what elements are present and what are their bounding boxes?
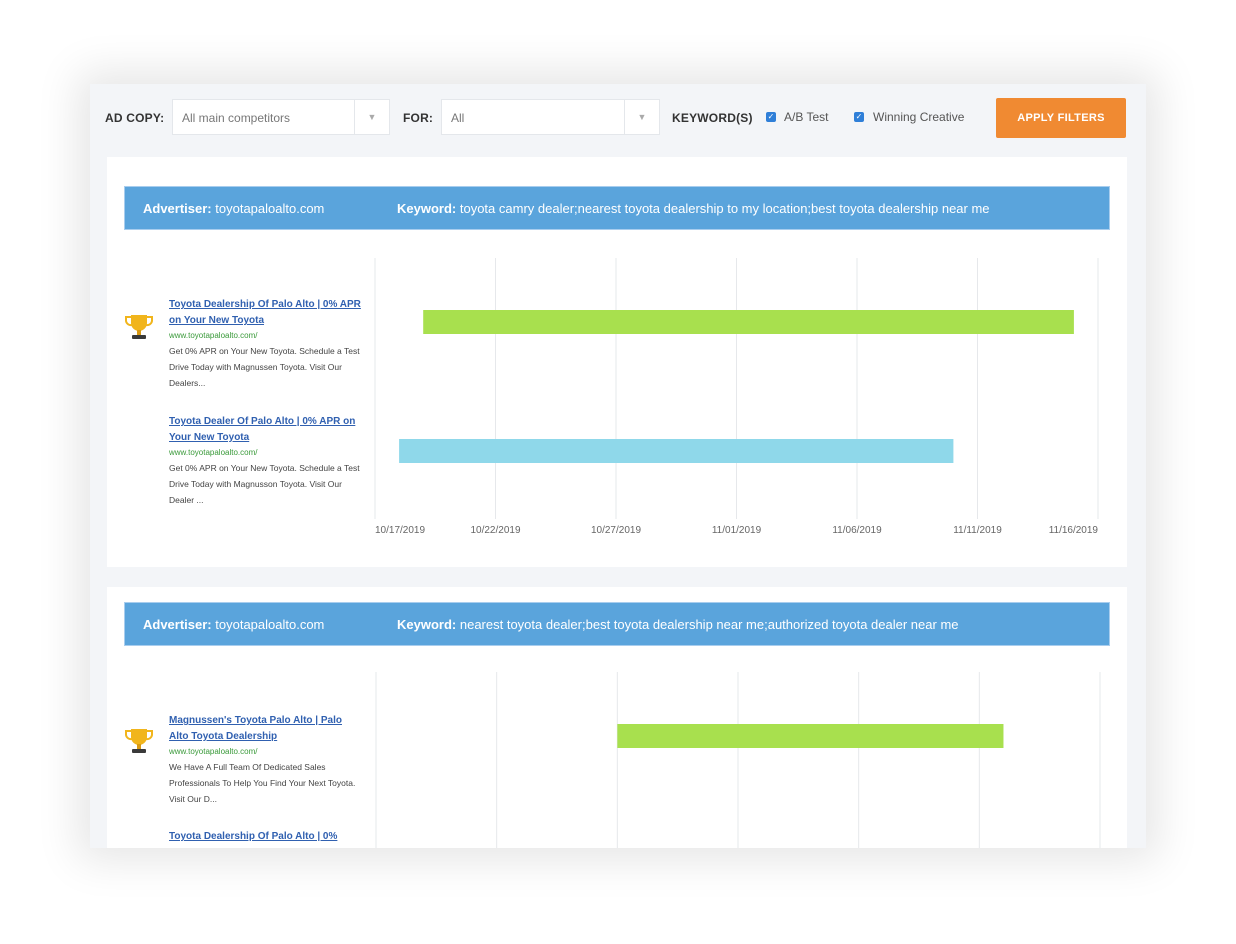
timeline-chart (375, 672, 1101, 848)
timeline-bar[interactable] (423, 310, 1074, 334)
for-select[interactable]: All ▼ (441, 99, 660, 135)
winning-creative-label: Winning Creative (873, 110, 965, 124)
tick-label: 11/11/2019 (953, 525, 1002, 536)
chevron-down-icon: ▼ (624, 100, 659, 134)
filter-bar: AD COPY: All main competitors ▼ FOR: All… (90, 84, 1146, 152)
ab-test-checkbox[interactable]: ✓ (766, 112, 776, 122)
app-frame: AD COPY: All main competitors ▼ FOR: All… (90, 84, 1146, 848)
ad-copy-select[interactable]: All main competitors ▼ (172, 99, 390, 135)
for-label: FOR: (403, 111, 434, 125)
ad-copy-label: AD COPY: (105, 111, 165, 125)
for-value: All (451, 111, 465, 125)
tick-label: 11/01/2019 (712, 525, 762, 536)
chevron-down-icon: ▼ (354, 100, 389, 134)
keywords-label: KEYWORD(S) (672, 111, 753, 125)
ad-copy-value: All main competitors (182, 111, 291, 125)
winning-creative-checkbox[interactable]: ✓ (854, 112, 864, 122)
ab-test-label: A/B Test (784, 110, 829, 124)
ad-card: Advertiser: toyotapaloalto.com Keyword: … (107, 587, 1127, 848)
tick-label: 10/27/2019 (591, 525, 641, 536)
timeline-chart: 10/17/2019 10/22/2019 10/27/2019 11/01/2019… (374, 258, 1099, 536)
tick-label: 11/06/2019 (832, 525, 882, 536)
timeline-bar[interactable] (399, 439, 954, 463)
ad-card: Advertiser: toyotapaloalto.com Keyword: … (107, 157, 1127, 567)
apply-filters-button[interactable]: APPLY FILTERS (996, 98, 1126, 138)
tick-label: 10/17/2019 (375, 525, 425, 536)
timeline-bar[interactable] (617, 724, 1004, 748)
tick-label: 10/22/2019 (470, 525, 520, 536)
tick-label: 11/16/2019 (1049, 525, 1099, 536)
